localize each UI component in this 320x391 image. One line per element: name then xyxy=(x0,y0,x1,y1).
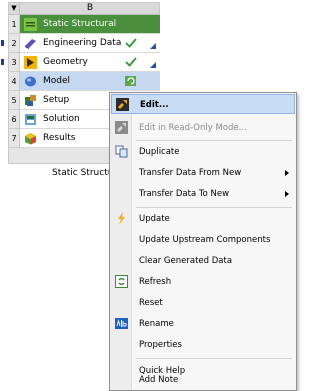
row-label: Setup xyxy=(43,95,70,105)
row-number: 2 xyxy=(9,34,20,53)
menu-item-label: Transfer Data From New xyxy=(139,168,242,178)
solution-icon xyxy=(25,114,36,125)
system-menu-arrow[interactable]: ▼ xyxy=(9,3,20,14)
menu-item-clear-generated-data[interactable]: Clear Generated Data xyxy=(111,251,295,271)
submenu-arrow-icon xyxy=(285,191,289,197)
model-icon xyxy=(25,76,36,87)
menu-item-label: Edit in Read-Only Mode... xyxy=(139,123,247,133)
menu-item-add-note[interactable]: Add Note xyxy=(111,370,295,390)
update-icon xyxy=(118,212,125,225)
menu-item-label: Clear Generated Data xyxy=(139,256,233,266)
rename-icon xyxy=(115,318,128,329)
menu-item-quick-help[interactable]: Quick Help xyxy=(111,349,295,376)
menu-item-update[interactable]: Update xyxy=(111,209,295,229)
corner-triangle-icon xyxy=(150,62,156,68)
row-marker xyxy=(1,59,4,65)
menu-separator xyxy=(136,207,292,208)
menu-item-label: Add Note xyxy=(139,375,179,385)
system-row-engineering-data[interactable]: 2 Engineering Data xyxy=(1,34,161,53)
menu-item-label: Rename xyxy=(139,319,174,329)
geometry-cell[interactable]: Geometry xyxy=(20,53,160,72)
system-row-title[interactable]: 1 Static Structural xyxy=(9,15,161,34)
system-row-model[interactable]: 4 Model xyxy=(9,72,161,91)
submenu-arrow-icon xyxy=(285,170,289,176)
corner-triangle-icon xyxy=(150,43,156,49)
system-title-cell[interactable]: Static Structural xyxy=(20,15,160,34)
edit-readonly-icon xyxy=(115,121,128,134)
menu-item-transfer-data-from-new[interactable]: Transfer Data From New xyxy=(111,163,295,183)
menu-item-label: Update xyxy=(139,214,170,224)
geometry-icon xyxy=(24,56,37,69)
setup-icon xyxy=(25,95,36,106)
menu-separator xyxy=(136,140,292,141)
system-row-geometry[interactable]: 3 Geometry xyxy=(1,53,161,72)
engineering-data-cell[interactable]: Engineering Data xyxy=(20,34,160,53)
static-structural-icon xyxy=(24,18,37,31)
menu-item-label: Update Upstream Components xyxy=(139,235,271,245)
row-label: Solution xyxy=(43,114,80,124)
context-menu: Edit... Edit in Read-Only Mode... Duplic… xyxy=(109,92,297,391)
row-label: Model xyxy=(43,76,71,86)
row-number: 6 xyxy=(9,110,20,129)
menu-item-label: Refresh xyxy=(139,277,172,287)
menu-item-edit-read-only[interactable]: Edit in Read-Only Mode... xyxy=(111,118,295,138)
check-icon xyxy=(125,38,137,48)
row-number: 4 xyxy=(9,72,20,91)
check-icon xyxy=(125,57,137,67)
engineering-data-icon xyxy=(25,39,36,49)
row-marker xyxy=(1,40,4,46)
row-label: Static Structural xyxy=(43,19,117,29)
row-number: 7 xyxy=(9,129,20,148)
refresh-icon xyxy=(115,275,128,288)
duplicate-icon xyxy=(115,145,128,158)
menu-item-label: Duplicate xyxy=(139,147,180,157)
edit-icon xyxy=(116,98,129,111)
model-cell[interactable]: Model xyxy=(20,72,160,91)
menu-item-update-upstream-components[interactable]: Update Upstream Components xyxy=(111,230,295,250)
menu-item-reset[interactable]: Reset xyxy=(111,293,295,313)
row-label: Geometry xyxy=(43,57,88,67)
menu-item-transfer-data-to-new[interactable]: Transfer Data To New xyxy=(111,184,295,204)
menu-item-refresh[interactable]: Refresh xyxy=(111,272,295,292)
menu-item-label: Transfer Data To New xyxy=(139,189,230,199)
row-number: 3 xyxy=(9,53,20,72)
menu-item-duplicate[interactable]: Duplicate xyxy=(111,142,295,162)
menu-item-label: Reset xyxy=(139,298,163,308)
column-header: B xyxy=(86,3,94,13)
menu-item-edit[interactable]: Edit... xyxy=(111,94,295,114)
menu-item-rename[interactable]: Rename xyxy=(111,314,295,334)
refresh-status-icon xyxy=(125,76,136,86)
row-label: Engineering Data xyxy=(43,38,122,48)
menu-item-label: Edit... xyxy=(140,100,169,110)
row-number: 5 xyxy=(9,91,20,110)
row-number: 1 xyxy=(9,15,20,34)
results-icon xyxy=(25,133,36,145)
row-label: Results xyxy=(43,133,76,143)
system-header: ▼ B xyxy=(9,3,159,15)
